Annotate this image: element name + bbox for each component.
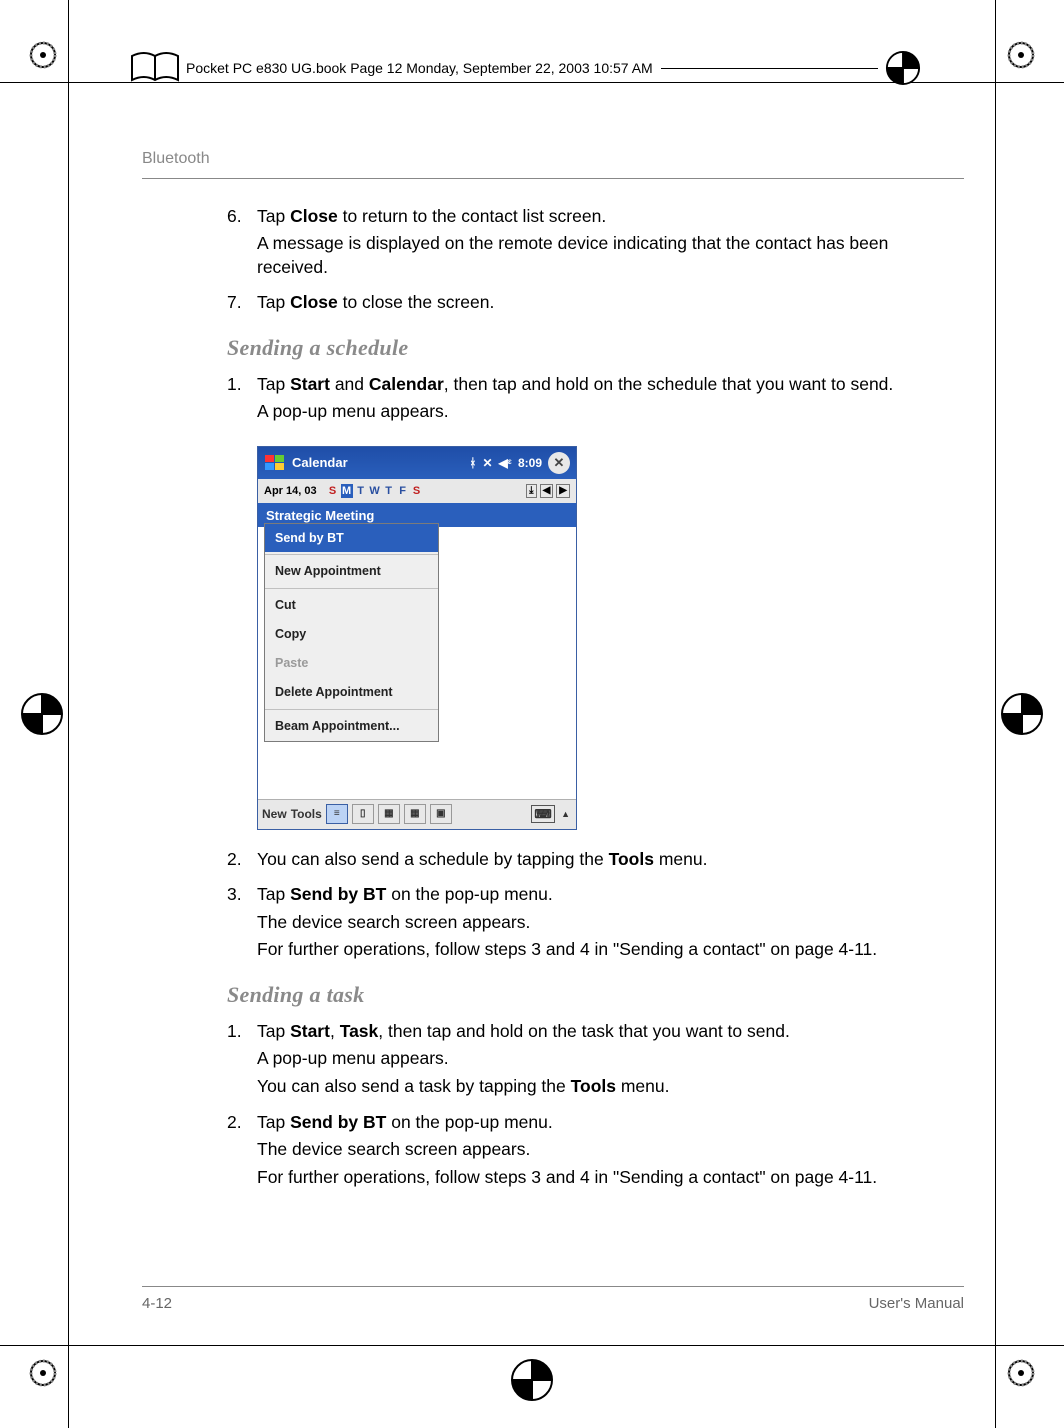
view-month-icon[interactable]: ▦ xyxy=(404,804,426,824)
open-book-icon xyxy=(130,50,180,86)
menu-send-by-bt[interactable]: Send by BT xyxy=(265,524,438,553)
reg-mark-bottom-center xyxy=(508,1356,556,1404)
step-7: 7. Tap Close to close the screen. xyxy=(227,291,964,319)
book-header: Pocket PC e830 UG.book Page 12 Monday, S… xyxy=(130,50,934,86)
divider xyxy=(142,178,964,179)
step-6: 6. Tap Close to return to the contact li… xyxy=(227,205,964,284)
heading-sending-task: Sending a task xyxy=(227,980,964,1010)
reg-mark-left-center xyxy=(18,690,66,738)
menu-copy[interactable]: Copy xyxy=(265,620,438,649)
weekday-picker[interactable]: S M T W T F S xyxy=(327,484,423,499)
schedule-step-3: 3. Tap Send by BT on the pop-up menu. Th… xyxy=(227,883,964,966)
view-year-icon[interactable]: ▣ xyxy=(430,804,452,824)
view-day-icon[interactable]: ▯ xyxy=(352,804,374,824)
menu-delete-appointment[interactable]: Delete Appointment xyxy=(265,678,438,707)
today-icon[interactable]: ⤓ xyxy=(526,484,536,498)
task-step-1: 1. Tap Start, Task, then tap and hold on… xyxy=(227,1020,964,1103)
manual-label: User's Manual xyxy=(869,1295,964,1312)
running-head: Bluetooth xyxy=(142,148,964,170)
ppc-app-title: Calendar xyxy=(292,454,348,472)
target-icon xyxy=(878,50,928,86)
keyboard-icon[interactable]: ⌨ xyxy=(531,805,555,823)
context-menu: Send by BT New Appointment Cut Copy Past… xyxy=(264,523,439,742)
toolbar-tools[interactable]: Tools xyxy=(291,806,322,822)
reg-mark-top-left xyxy=(26,38,60,72)
reg-mark-right-center xyxy=(998,690,1046,738)
page-number: 4-12 xyxy=(142,1295,172,1312)
date-label: Apr 14, 03 xyxy=(264,484,317,499)
task-step-2: 2. Tap Send by BT on the pop-up menu. Th… xyxy=(227,1111,964,1194)
prev-day-icon[interactable]: ◀ xyxy=(540,484,554,498)
view-week-icon[interactable]: ▦ xyxy=(378,804,400,824)
view-agenda-icon[interactable]: ≡ xyxy=(326,804,348,824)
next-day-icon[interactable]: ▶ xyxy=(556,484,570,498)
ppc-title-bar: Calendar ᚼ ✕ ◀ᵋ 8:09 ✕ xyxy=(258,447,576,479)
reg-mark-bottom-right xyxy=(1004,1356,1038,1390)
signal-icon: ✕ xyxy=(482,455,492,471)
close-icon[interactable]: ✕ xyxy=(548,452,570,474)
ppc-date-bar: Apr 14, 03 S M T W T F S ⤓ ◀ ▶ xyxy=(258,479,576,503)
bluetooth-icon: ᚼ xyxy=(469,455,476,471)
reg-mark-top-right xyxy=(1004,38,1038,72)
schedule-step-2: 2. You can also send a schedule by tappi… xyxy=(227,848,964,876)
menu-cut[interactable]: Cut xyxy=(265,591,438,620)
clock-time: 8:09 xyxy=(518,455,542,471)
schedule-step-1: 1. Tap Start and Calendar, then tap and … xyxy=(227,373,964,428)
menu-paste: Paste xyxy=(265,649,438,678)
heading-sending-schedule: Sending a schedule xyxy=(227,333,964,363)
book-header-text: Pocket PC e830 UG.book Page 12 Monday, S… xyxy=(186,60,653,76)
sip-arrow-icon[interactable]: ▲ xyxy=(559,808,572,820)
ppc-bottom-toolbar: New Tools ≡ ▯ ▦ ▦ ▣ ⌨ ▲ xyxy=(258,799,576,829)
menu-new-appointment[interactable]: New Appointment xyxy=(265,557,438,586)
volume-icon: ◀ᵋ xyxy=(499,455,512,471)
reg-mark-bottom-left xyxy=(26,1356,60,1390)
screenshot-calendar-popup: Calendar ᚼ ✕ ◀ᵋ 8:09 ✕ Apr 14, 03 S M xyxy=(257,446,964,830)
toolbar-new[interactable]: New xyxy=(262,806,287,822)
windows-flag-icon xyxy=(264,452,286,474)
page-footer: 4-12 User's Manual xyxy=(142,1286,964,1312)
menu-beam-appointment[interactable]: Beam Appointment... xyxy=(265,712,438,741)
